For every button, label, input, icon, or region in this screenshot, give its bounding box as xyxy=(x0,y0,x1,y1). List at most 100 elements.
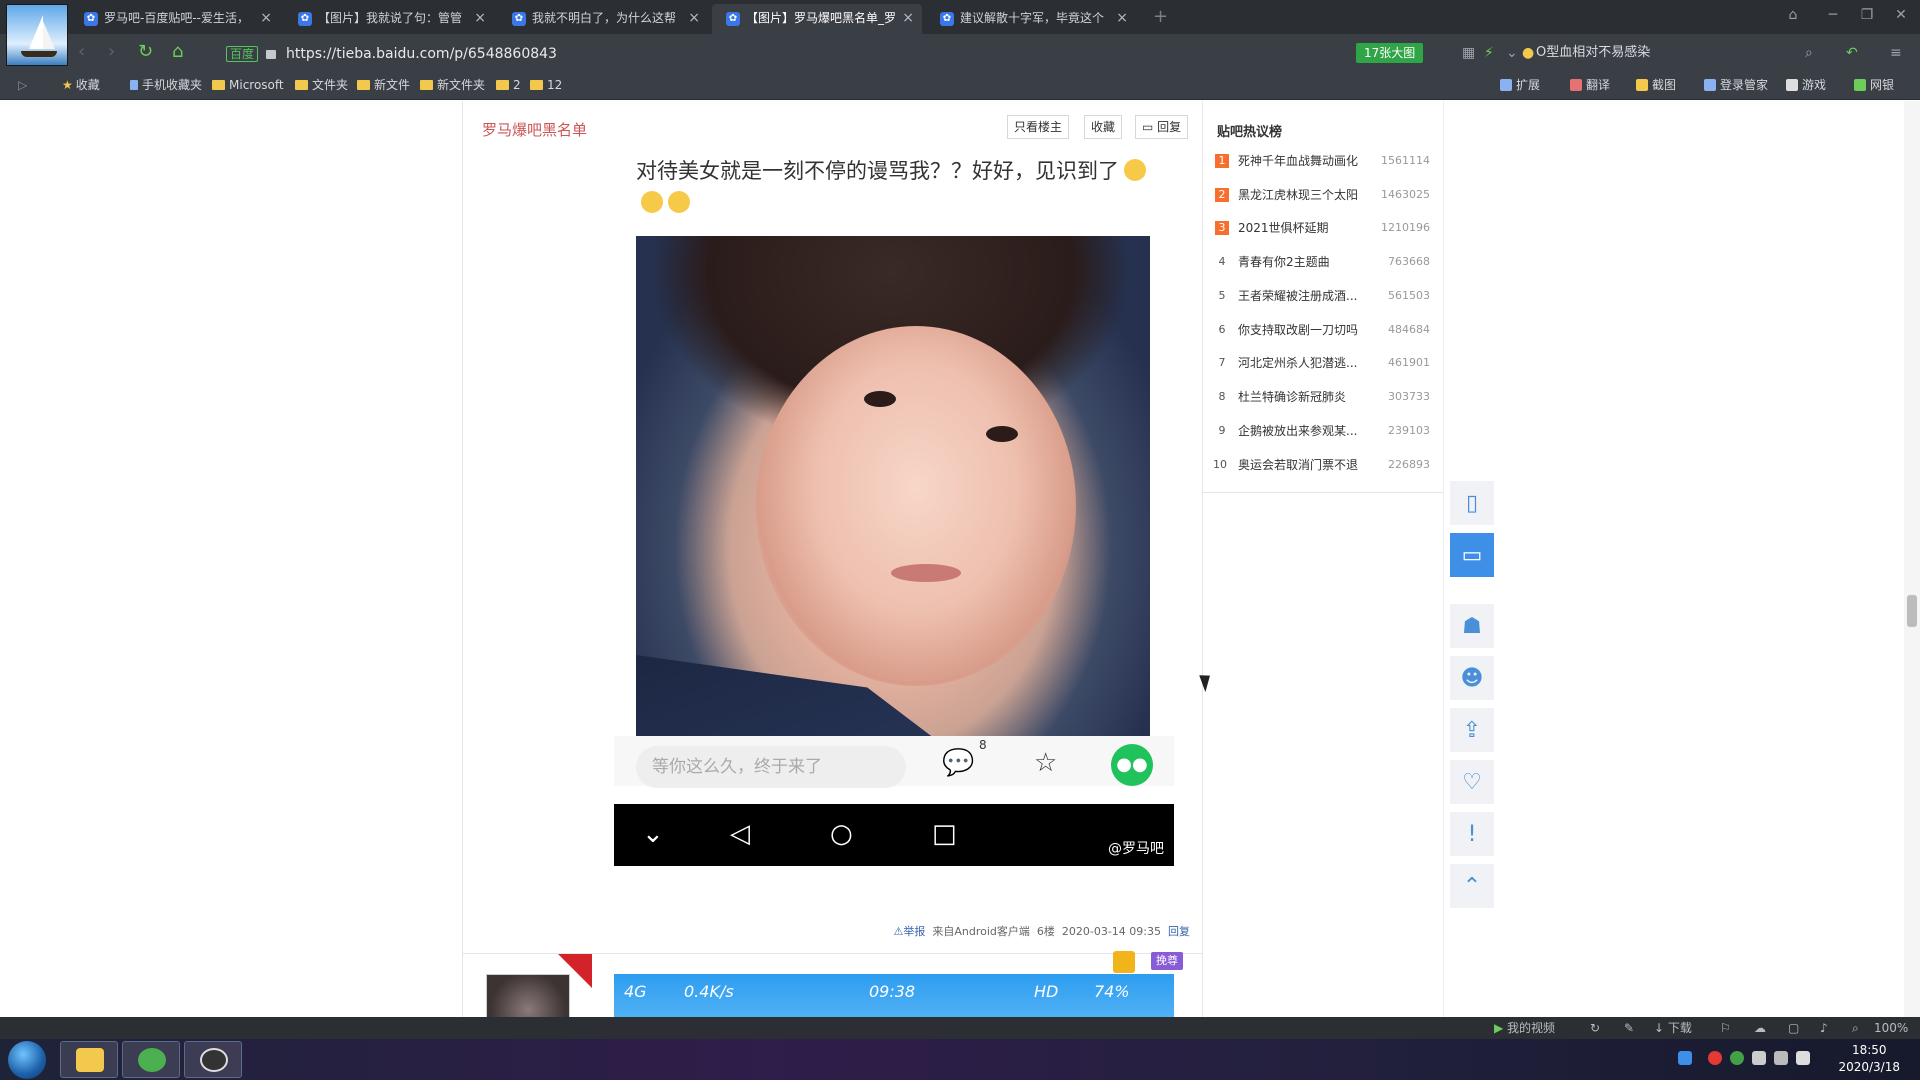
bookmark-item-newfile[interactable]: 新文件 xyxy=(357,76,410,94)
lightning-icon[interactable]: ⚡ xyxy=(1484,43,1494,63)
zoom-icon[interactable]: ⌕ xyxy=(1852,1020,1859,1036)
forward-icon[interactable]: › xyxy=(108,42,115,62)
hot-item[interactable]: 3 2021世俱杯延期 1210196 xyxy=(1215,218,1430,238)
tab-4-active[interactable]: ✿ 【图片】罗马爆吧黑名单_罗 × xyxy=(712,4,922,34)
tray-volume-icon[interactable] xyxy=(1796,1051,1810,1065)
bookmark-item-microsoft[interactable]: Microsoft xyxy=(212,76,288,94)
hot-item[interactable]: 7 河北定州杀人犯潜逃... 461901 xyxy=(1215,353,1431,373)
close-icon[interactable]: × xyxy=(902,4,914,32)
online-bank-button[interactable]: 网银 xyxy=(1854,76,1894,94)
bookmark-item-2[interactable]: 2 xyxy=(496,76,521,94)
tab-1[interactable]: ✿ 罗马吧-百度贴吧--爱生活， × xyxy=(70,4,280,34)
grid-icon[interactable]: ▦ xyxy=(1462,43,1475,63)
next-post-image[interactable]: 4G 0.4K/s 09:38 HD 74% xyxy=(614,974,1174,1017)
tab-2[interactable]: ✿ 【图片】我就说了句：管管 × xyxy=(284,4,494,34)
close-icon[interactable]: × xyxy=(260,4,272,32)
new-tab-button[interactable]: + xyxy=(1153,4,1168,30)
cloud-icon[interactable]: ☁ xyxy=(1754,1020,1766,1036)
search-input[interactable]: O型血相对不易感染 xyxy=(1536,43,1650,63)
screenshot-button[interactable]: 截图 xyxy=(1636,76,1676,94)
hot-item[interactable]: 6 你支持取改剧一刀切吗 484684 xyxy=(1215,320,1431,340)
mascot-icon[interactable]: ☻ xyxy=(1450,656,1494,700)
hot-item[interactable]: 5 王者荣耀被注册成酒... 561503 xyxy=(1215,286,1431,306)
system-clock[interactable]: 18:50 2020/3/18 xyxy=(1838,1042,1900,1076)
big-picture-button[interactable]: 17张大图 xyxy=(1356,43,1424,63)
tray-flag-icon[interactable] xyxy=(1752,1051,1766,1065)
reply-button[interactable]: ▭ 回复 xyxy=(1135,115,1189,139)
home-icon[interactable]: ⌂ xyxy=(172,42,183,62)
post-reply-link[interactable]: 回复 xyxy=(1168,925,1190,938)
chevron-down-icon[interactable]: ⌄ xyxy=(1506,43,1518,63)
sound-icon[interactable]: ♪ xyxy=(1820,1020,1828,1036)
favorite-icon[interactable]: ♡ xyxy=(1450,760,1494,804)
scrollbar-thumb[interactable] xyxy=(1907,595,1917,627)
hot-item[interactable]: 8 杜兰特确诊新冠肺炎 303733 xyxy=(1215,387,1431,407)
search-engine-icon[interactable]: ● xyxy=(1522,43,1534,63)
post-image[interactable] xyxy=(636,236,1150,738)
undo-icon[interactable]: ↶ xyxy=(1846,43,1858,63)
tab-3[interactable]: ✿ 我就不明白了，为什么这帮 × xyxy=(498,4,708,34)
avatar[interactable] xyxy=(486,974,570,1017)
taskbar-explorer[interactable] xyxy=(60,1041,118,1078)
post-floor: 6楼 xyxy=(1036,925,1055,938)
tray-task-icon[interactable] xyxy=(1678,1051,1692,1065)
extensions-button[interactable]: 扩展 xyxy=(1500,76,1540,94)
scrollbar[interactable] xyxy=(1904,101,1920,1017)
refresh-icon[interactable]: ↻ xyxy=(138,42,153,62)
refresh-icon[interactable]: ↻ xyxy=(1590,1020,1600,1036)
only-op-button[interactable]: 只看楼主 xyxy=(1007,115,1070,139)
tab-5[interactable]: ✿ 建议解散十字军，毕竟这个 × xyxy=(926,4,1136,34)
window-icon[interactable]: ▢ xyxy=(1788,1020,1799,1036)
download-button[interactable]: ↓ 下载 xyxy=(1654,1020,1692,1036)
pin-icon[interactable]: ✎ xyxy=(1624,1020,1634,1036)
close-icon[interactable]: × xyxy=(1116,4,1128,32)
back-to-top-icon[interactable]: ⌃ xyxy=(1450,864,1494,908)
zoom-level[interactable]: 100% xyxy=(1874,1020,1908,1036)
image-lips xyxy=(891,564,961,582)
sidebar-toggle-icon[interactable]: ▷ xyxy=(18,76,27,94)
report-link[interactable]: ⚠举报 xyxy=(893,925,925,938)
obs-icon xyxy=(200,1048,228,1072)
tray-security-icon[interactable] xyxy=(1708,1051,1722,1065)
close-icon[interactable]: × xyxy=(688,4,700,32)
bookmark-item-newfolder[interactable]: 新文件夹 xyxy=(420,76,485,94)
bookmark-item-collect[interactable]: ★ 收藏 xyxy=(62,76,100,94)
tray-wechat-icon[interactable] xyxy=(1730,1051,1744,1065)
menu-icon[interactable]: ≡ xyxy=(1890,43,1902,63)
taskbar-browser[interactable] xyxy=(122,1041,180,1078)
hot-item[interactable]: 4 青春有你2主题曲 763668 xyxy=(1215,252,1431,272)
chat-icon[interactable]: ▭ xyxy=(1450,533,1494,577)
back-icon[interactable]: ‹ xyxy=(78,42,85,62)
bookmark-item-12[interactable]: 12 xyxy=(530,76,562,94)
hot-item[interactable]: 9 企鹅被放出来参观某... 239103 xyxy=(1215,421,1431,441)
report-icon[interactable]: ! xyxy=(1450,812,1494,856)
hot-item[interactable]: 1 死神千年血战舞动画化 1561114 xyxy=(1215,151,1430,171)
login-manager-button[interactable]: 登录管家 xyxy=(1704,76,1768,94)
browser-avatar[interactable] xyxy=(6,4,68,66)
close-icon[interactable]: × xyxy=(474,4,486,32)
my-video-button[interactable]: ▶ 我的视频 xyxy=(1494,1020,1555,1036)
share-icon[interactable]: ⇪ xyxy=(1450,708,1494,752)
bookmark-label: 新文件夹 xyxy=(437,78,486,92)
thread-title[interactable]: 罗马爆吧黑名单 xyxy=(482,119,587,140)
close-window-button[interactable]: ✕ xyxy=(1884,4,1918,26)
hot-item[interactable]: 10 奥运会若取消门票不退 226893 xyxy=(1213,455,1430,475)
games-button[interactable]: 游戏 xyxy=(1786,76,1826,94)
restore-button[interactable]: ❐ xyxy=(1850,4,1884,26)
download-app-icon[interactable]: ▯ xyxy=(1450,481,1494,525)
flag-icon[interactable]: ⚐ xyxy=(1720,1020,1731,1036)
bookmark-item-mobile[interactable]: 手机收藏夹 xyxy=(130,76,202,94)
tray-network-icon[interactable] xyxy=(1774,1051,1788,1065)
hot-item[interactable]: 2 黑龙江虎林现三个太阳 1463025 xyxy=(1215,185,1430,205)
taskbar-obs[interactable] xyxy=(184,1041,242,1078)
robot-icon[interactable]: ☗ xyxy=(1450,604,1494,648)
url-field[interactable]: 百度 https://tieba.baidu.com/p/6548860843 xyxy=(226,43,557,63)
hot-name: 2021世俱杯延期 xyxy=(1238,221,1329,235)
minimize-button[interactable]: ─ xyxy=(1816,4,1850,26)
start-button[interactable] xyxy=(8,1041,46,1079)
search-icon[interactable]: ⌕ xyxy=(1805,43,1813,63)
translate-button[interactable]: 翻译 xyxy=(1570,76,1610,94)
collect-button[interactable]: 收藏 xyxy=(1084,115,1123,139)
shirt-skin-icon[interactable]: ⌂ xyxy=(1776,4,1810,26)
bookmark-item-folder[interactable]: 文件夹 xyxy=(295,76,348,94)
